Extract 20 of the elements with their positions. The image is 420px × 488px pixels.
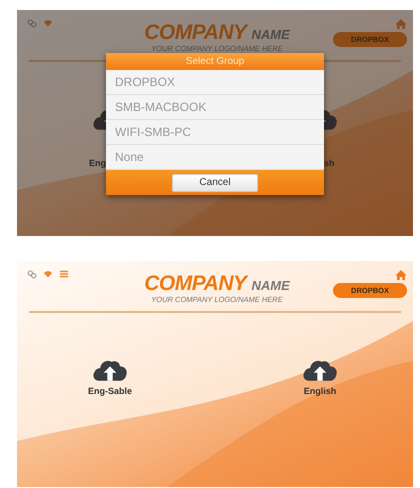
- company-logo-text: COMPANY: [144, 273, 246, 295]
- group-option[interactable]: WIFI-SMB-PC: [106, 120, 324, 145]
- home-icon[interactable]: [395, 18, 407, 30]
- link-icon[interactable]: [27, 269, 37, 279]
- company-name-text: NAME: [252, 278, 290, 293]
- wifi-icon[interactable]: [43, 18, 53, 28]
- group-option[interactable]: SMB-MACBOOK: [106, 95, 324, 120]
- link-icon[interactable]: [27, 18, 37, 28]
- company-name-text: NAME: [252, 27, 290, 42]
- menu-icon[interactable]: [59, 269, 69, 279]
- home-icon[interactable]: [395, 269, 407, 281]
- wifi-icon[interactable]: [43, 269, 53, 279]
- group-option[interactable]: DROPBOX: [106, 70, 324, 95]
- folder-label: sh: [324, 158, 335, 168]
- folder-label: Eng: [89, 158, 106, 168]
- company-logo-text: COMPANY: [144, 22, 246, 44]
- dialog-title: Select Group: [106, 53, 324, 70]
- folder-label: Eng-Sable: [88, 386, 132, 396]
- folder-label: English: [304, 386, 336, 396]
- cancel-button[interactable]: Cancel: [172, 174, 258, 192]
